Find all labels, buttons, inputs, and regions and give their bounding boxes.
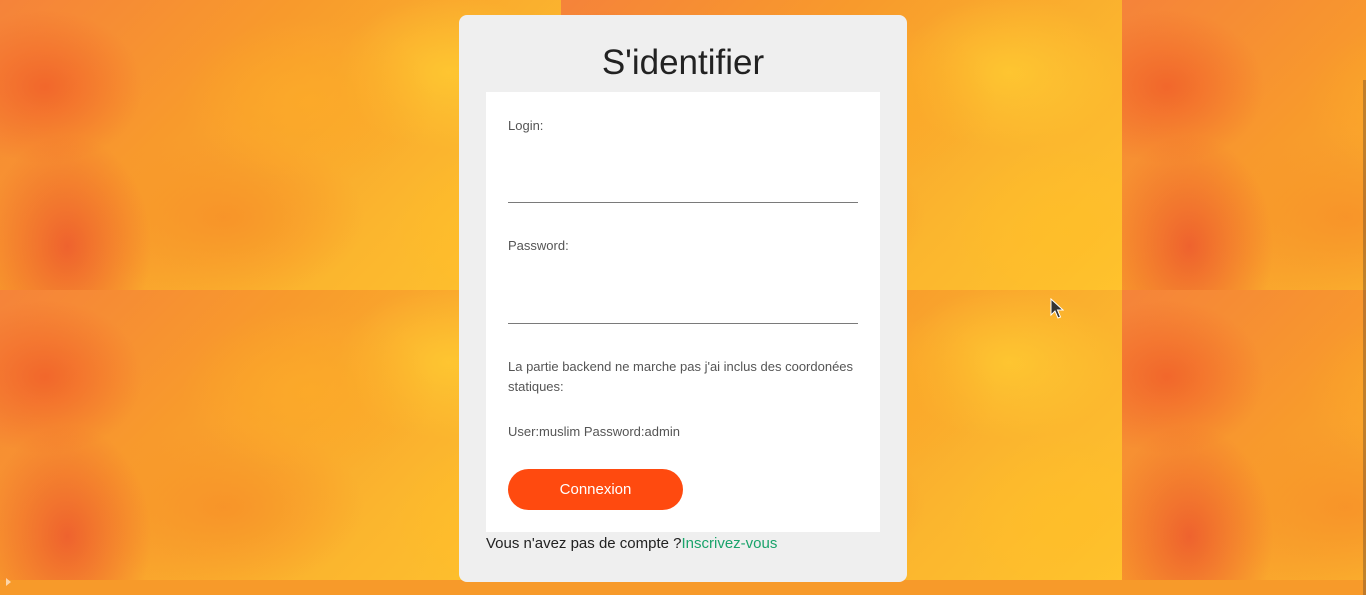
page-title: S'identifier bbox=[601, 43, 765, 82]
signup-prompt: Vous n'avez pas de compte ? bbox=[486, 535, 682, 552]
scroll-marker-icon bbox=[6, 578, 11, 586]
password-input[interactable] bbox=[508, 293, 858, 324]
login-label: Login: bbox=[508, 118, 544, 133]
login-input[interactable] bbox=[508, 172, 858, 203]
backend-note: La partie backend ne marche pas j'ai inc… bbox=[508, 359, 854, 394]
static-credentials: User:muslim Password:admin bbox=[508, 424, 680, 439]
password-label: Password: bbox=[508, 238, 569, 253]
background-tile bbox=[1122, 0, 1366, 290]
signup-line: Vous n'avez pas de compte ?Inscrivez-vou… bbox=[486, 535, 777, 552]
background-tile bbox=[1122, 290, 1366, 580]
connexion-button[interactable]: Connexion bbox=[508, 469, 683, 510]
login-card: S'identifier Login: Password: La partie … bbox=[459, 15, 907, 582]
login-form: Login: Password: La partie backend ne ma… bbox=[486, 92, 880, 532]
mouse-pointer-icon bbox=[1050, 298, 1064, 319]
signup-link[interactable]: Inscrivez-vous bbox=[682, 535, 778, 552]
